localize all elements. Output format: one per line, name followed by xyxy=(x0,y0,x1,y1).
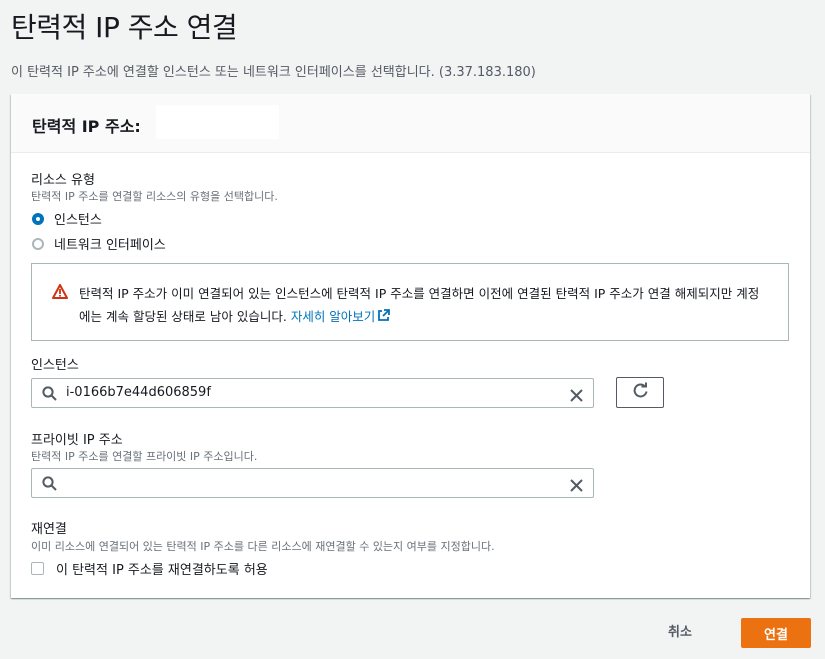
learn-more-link[interactable]: 자세히 알아보기 xyxy=(290,309,391,324)
warning-message: 탄력적 IP 주소가 이미 연결되어 있는 인스턴스에 탄력적 IP 주소를 연… xyxy=(79,286,760,324)
panel-title: 탄력적 IP 주소: xyxy=(32,117,141,136)
connect-button[interactable]: 연결 xyxy=(741,618,811,648)
warning-icon xyxy=(52,284,68,303)
associate-panel: 탄력적 IP 주소: 리소스 유형 탄력적 IP 주소를 연결할 리소스의 유형… xyxy=(11,94,810,598)
radio-selected-icon xyxy=(32,212,44,225)
search-icon xyxy=(42,476,57,495)
refresh-icon xyxy=(632,382,649,403)
private-ip-label: 프라이빗 IP 주소 xyxy=(31,433,123,448)
warning-text: 탄력적 IP 주소가 이미 연결되어 있는 인스턴스에 탄력적 IP 주소를 연… xyxy=(79,282,770,328)
checkbox-box[interactable] xyxy=(31,562,44,575)
page-description: 이 탄력적 IP 주소에 연결할 인스턴스 또는 네트워크 인터페이스를 선택합… xyxy=(11,65,536,80)
reassociate-label: 재연결 xyxy=(31,522,67,537)
private-ip-description: 탄력적 IP 주소를 연결할 프라이빗 IP 주소입니다. xyxy=(31,450,258,463)
learn-more-label: 자세히 알아보기 xyxy=(290,309,376,324)
instance-search-input[interactable]: i-0166b7e44d606859f xyxy=(31,378,594,408)
reassociate-description: 이미 리소스에 연결되어 있는 탄력적 IP 주소를 다른 리소스에 재연결할 … xyxy=(31,540,495,553)
external-link-icon xyxy=(375,309,391,324)
radio-instance-label: 인스턴스 xyxy=(54,213,102,228)
clear-icon[interactable] xyxy=(570,477,583,496)
redacted-ip-box xyxy=(156,105,279,139)
page-title: 탄력적 IP 주소 연결 xyxy=(11,11,238,44)
search-icon xyxy=(42,386,57,405)
private-ip-search-input[interactable] xyxy=(31,468,594,498)
radio-network-interface[interactable]: 네트워크 인터페이스 xyxy=(32,234,166,253)
resource-type-label: 리소스 유형 xyxy=(31,173,95,188)
warning-alert: 탄력적 IP 주소가 이미 연결되어 있는 인스턴스에 탄력적 IP 주소를 연… xyxy=(31,263,789,341)
radio-unselected-icon xyxy=(32,237,44,250)
radio-network-interface-label: 네트워크 인터페이스 xyxy=(54,238,166,253)
resource-type-description: 탄력적 IP 주소를 연결할 리소스의 유형을 선택합니다. xyxy=(31,190,278,203)
refresh-button[interactable] xyxy=(616,377,664,408)
cancel-button[interactable]: 취소 xyxy=(668,621,692,640)
reassociate-checkbox-label: 이 탄력적 IP 주소를 재연결하도록 허용 xyxy=(56,563,268,578)
clear-icon[interactable] xyxy=(570,387,583,406)
instance-label: 인스턴스 xyxy=(31,358,79,373)
panel-header: 탄력적 IP 주소: xyxy=(11,94,810,153)
radio-instance[interactable]: 인스턴스 xyxy=(32,209,102,228)
instance-search-value: i-0166b7e44d606859f xyxy=(66,385,211,400)
reassociate-checkbox[interactable]: 이 탄력적 IP 주소를 재연결하도록 허용 xyxy=(31,559,268,578)
